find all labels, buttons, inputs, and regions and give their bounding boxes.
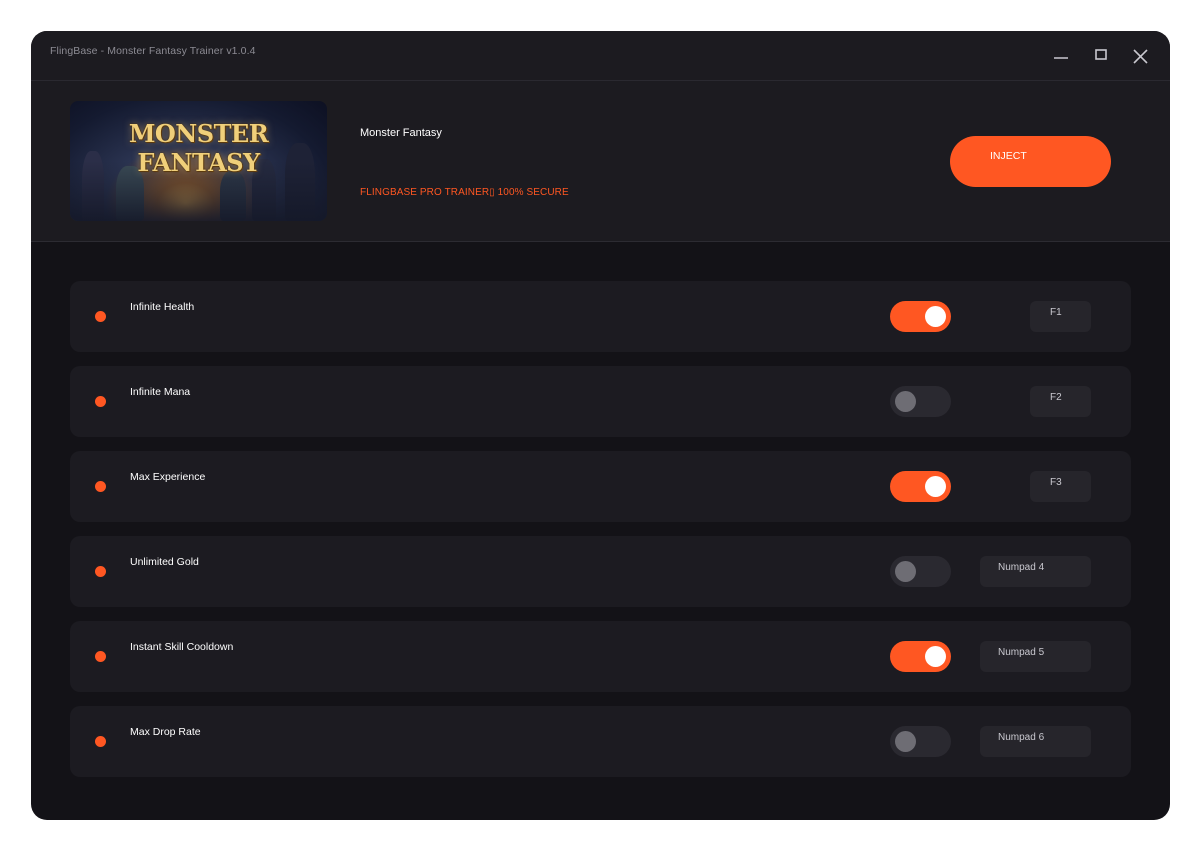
cheat-toggle[interactable] — [890, 471, 951, 502]
cheat-row: Infinite Health F1 — [70, 281, 1131, 352]
hotkey-button[interactable]: F2 — [1030, 386, 1091, 417]
cheat-row: Max Drop Rate Numpad 6 — [70, 706, 1131, 777]
status-dot — [95, 311, 106, 322]
game-name: Monster Fantasy — [360, 127, 442, 139]
cheat-row: Infinite Mana F2 — [70, 366, 1131, 437]
trainer-window: FlingBase - Monster Fantasy Trainer v1.0… — [31, 31, 1170, 820]
toggle-knob — [925, 646, 946, 667]
hotkey-button[interactable]: Numpad 5 — [980, 641, 1091, 672]
status-dot — [95, 651, 106, 662]
hotkey-label: Numpad 5 — [998, 647, 1045, 658]
status-dot — [95, 396, 106, 407]
title-bar[interactable]: FlingBase - Monster Fantasy Trainer v1.0… — [31, 31, 1170, 81]
inject-button[interactable]: INJECT — [950, 136, 1111, 187]
cheat-label: Unlimited Gold — [130, 556, 199, 568]
game-banner-image: MONSTER FANTASY — [70, 101, 327, 221]
hotkey-label: F2 — [1050, 392, 1062, 403]
hotkey-button[interactable]: F1 — [1030, 301, 1091, 332]
cheat-row: Instant Skill Cooldown Numpad 5 — [70, 621, 1131, 692]
window-title: FlingBase - Monster Fantasy Trainer v1.0… — [50, 45, 256, 57]
maximize-icon[interactable] — [1090, 45, 1112, 67]
cheat-row: Unlimited Gold Numpad 4 — [70, 536, 1131, 607]
cheat-label: Infinite Health — [130, 301, 195, 313]
status-dot — [95, 566, 106, 577]
hotkey-label: Numpad 6 — [998, 732, 1045, 743]
toggle-knob — [895, 731, 916, 752]
banner-logo: MONSTER FANTASY — [128, 119, 269, 177]
cheat-label: Infinite Mana — [130, 386, 191, 398]
hotkey-button[interactable]: Numpad 4 — [980, 556, 1091, 587]
cheat-label: Max Experience — [130, 471, 206, 483]
cheat-toggle[interactable] — [890, 726, 951, 757]
cheat-toggle[interactable] — [890, 641, 951, 672]
hotkey-label: F1 — [1050, 307, 1062, 318]
minimize-icon[interactable] — [1050, 45, 1072, 67]
hotkey-button[interactable]: F3 — [1030, 471, 1091, 502]
hotkey-button[interactable]: Numpad 6 — [980, 726, 1091, 757]
toggle-knob — [925, 476, 946, 497]
inject-button-label: INJECT — [990, 150, 1027, 162]
hotkey-label: F3 — [1050, 477, 1062, 488]
close-icon[interactable] — [1130, 45, 1152, 67]
cheat-label: Max Drop Rate — [130, 726, 201, 738]
hotkey-label: Numpad 4 — [998, 562, 1045, 573]
toggle-knob — [895, 391, 916, 412]
cheat-toggle[interactable] — [890, 386, 951, 417]
status-dot — [95, 481, 106, 492]
cheat-toggle[interactable] — [890, 301, 951, 332]
status-dot — [95, 736, 106, 747]
cheat-label: Instant Skill Cooldown — [130, 641, 234, 653]
toggle-knob — [895, 561, 916, 582]
cheat-row: Max Experience F3 — [70, 451, 1131, 522]
toggle-knob — [925, 306, 946, 327]
secure-badge-text: FLINGBASE PRO TRAINER▯ 100% SECURE — [360, 187, 569, 198]
game-header: MONSTER FANTASY Monster Fantasy FLINGBAS… — [31, 81, 1170, 242]
cheat-toggle[interactable] — [890, 556, 951, 587]
